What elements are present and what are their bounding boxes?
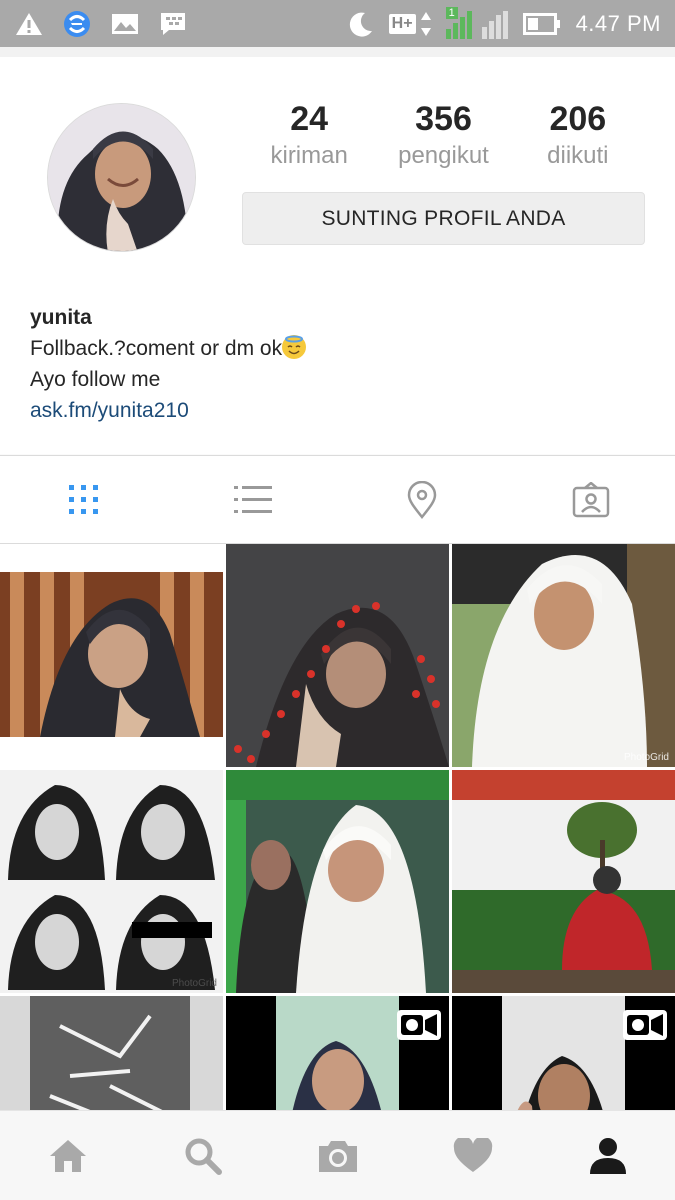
gallery-icon [110,10,140,38]
post-thumbnail[interactable] [226,996,449,1110]
avatar[interactable] [47,103,196,252]
sync-icon [62,10,92,38]
top-spacer [0,47,675,57]
smiling-halo-emoji-icon [282,335,307,359]
stat-following[interactable]: 206 diikuti [511,97,645,171]
warning-icon [14,10,44,38]
signal-icon: 1 [445,6,508,39]
nav-camera[interactable] [270,1111,405,1200]
nav-activity[interactable] [405,1111,540,1200]
camera-icon [318,1140,357,1172]
stat-followers[interactable]: 356 pengikut [376,97,510,171]
post-thumbnail[interactable]: PhotoGrid [0,770,223,993]
post-thumbnail[interactable] [226,770,449,993]
moon-icon [345,10,375,38]
bio-line: Follback.?coment or dm ok [30,333,650,364]
search-icon [185,1138,222,1175]
profile-view-tabs [0,455,675,544]
video-icon [397,1010,441,1045]
grid-view-icon [69,484,99,514]
profile-link[interactable]: ask.fm/yunita210 [30,395,650,426]
stat-value: 206 [549,100,607,138]
network-type-label: H+ [388,13,416,34]
tab-location[interactable] [338,456,507,543]
bio-text: Ayo follow me [30,368,161,391]
stat-posts[interactable]: 24 kiriman [242,97,376,171]
edit-profile-button[interactable]: SUNTING PROFIL ANDA [242,192,645,245]
tab-list[interactable] [169,456,338,543]
battery-icon [522,10,562,38]
profile-stats: 24 kiriman 356 pengikut 206 diikuti [242,97,645,171]
photogrid-watermark: PhotoGrid [623,752,669,763]
post-grid: PhotoGrid PhotoGrid [0,544,675,1110]
tab-grid[interactable] [0,456,169,543]
stat-value: 24 [290,100,329,138]
network-arrows-icon [420,11,431,36]
nav-search[interactable] [135,1111,270,1200]
location-icon [407,480,437,519]
post-thumbnail[interactable] [452,770,675,993]
bottom-navigation [0,1110,675,1200]
list-view-icon [234,485,273,513]
post-thumbnail[interactable] [226,544,449,767]
bio: yunita Follback.?coment or dm ok Ayo fol… [30,302,650,426]
nav-home[interactable] [0,1111,135,1200]
bio-text: Follback.?coment or dm ok [30,337,283,360]
stat-label: kiriman [270,142,348,169]
video-icon [623,1010,667,1045]
stat-label: pengikut [398,142,489,169]
stat-value: 356 [415,100,472,138]
heart-icon [453,1137,492,1172]
sim-badge: 1 [445,6,458,19]
post-thumbnail[interactable] [0,544,223,767]
photogrid-watermark: PhotoGrid [171,978,217,989]
bbm-icon [158,10,188,38]
profile-header: 24 kiriman 356 pengikut 206 diikuti SUNT… [0,57,675,454]
network-indicator: H+ [388,11,432,37]
status-bar: H+ 1 4.47 PM [0,0,675,47]
stat-label: diikuti [547,142,609,169]
post-thumbnail[interactable] [452,996,675,1110]
nav-profile[interactable] [540,1111,675,1200]
tab-tagged[interactable] [506,456,675,543]
profile-name: yunita [30,306,92,329]
post-thumbnail[interactable] [0,996,223,1110]
status-time: 4.47 PM [575,10,661,36]
home-icon [49,1139,86,1172]
profile-icon [589,1137,626,1174]
post-thumbnail[interactable]: PhotoGrid [452,544,675,767]
tagged-icon [572,481,609,517]
